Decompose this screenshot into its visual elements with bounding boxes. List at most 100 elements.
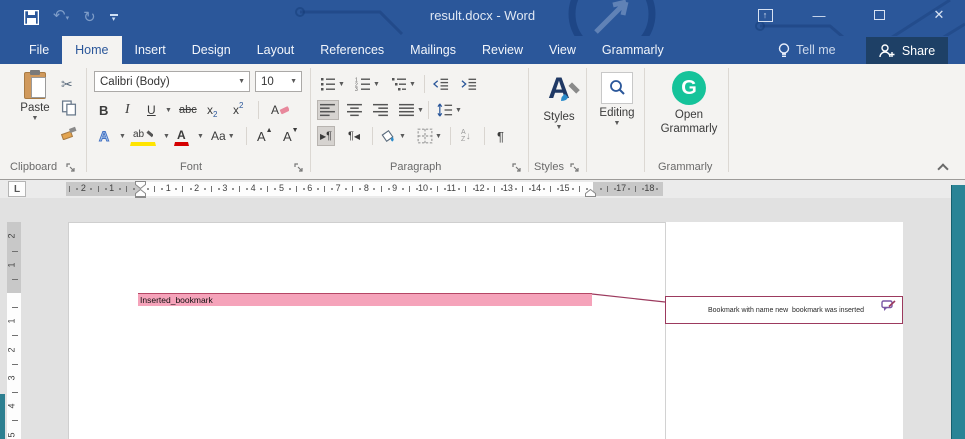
format-painter-icon[interactable]: [58, 122, 80, 142]
minimize-button[interactable]: —: [802, 4, 836, 26]
ruler-number: 2: [7, 347, 17, 352]
borders-button[interactable]: ▼: [414, 126, 445, 146]
tab-stop-selector[interactable]: L: [8, 181, 26, 197]
shrink-font-button[interactable]: A▼: [280, 126, 302, 146]
ruler-dot: [473, 188, 475, 190]
ruler-dot: [274, 188, 276, 190]
clipboard-dialog-launcher-icon[interactable]: [66, 163, 76, 173]
tab-view[interactable]: View: [536, 36, 589, 64]
share-label: Share: [902, 44, 935, 58]
first-line-indent-marker[interactable]: [135, 181, 146, 189]
grow-font-button[interactable]: A▲: [254, 126, 276, 146]
underline-button[interactable]: U: [144, 100, 159, 120]
text-effects-dropdown-arrow[interactable]: ▼: [114, 126, 129, 146]
align-left-button[interactable]: [317, 100, 339, 120]
font-color-dropdown-arrow[interactable]: ▼: [192, 126, 207, 146]
font-size-dropdown-arrow[interactable]: ▼: [290, 78, 297, 85]
paragraph-dialog-launcher-icon[interactable]: [512, 163, 522, 173]
justify-button[interactable]: ▼: [396, 100, 427, 120]
styles-dropdown-arrow[interactable]: ▼: [556, 124, 563, 131]
tab-layout[interactable]: Layout: [244, 36, 308, 64]
cut-icon[interactable]: ✂: [58, 74, 76, 94]
horizontal-ruler[interactable]: 211234567891011121314151718: [66, 182, 663, 196]
text-effects-button[interactable]: A: [96, 126, 112, 146]
editing-button[interactable]: Editing ▼: [592, 72, 642, 127]
commented-text-highlight[interactable]: Inserted_bookmark: [138, 293, 592, 306]
ruler-tick: [635, 186, 636, 192]
comment-bubble-icon[interactable]: [881, 300, 896, 312]
scrollbar[interactable]: [951, 185, 965, 439]
ruler-dot: [458, 188, 460, 190]
line-spacing-button[interactable]: ▼: [434, 100, 465, 120]
underline-dropdown-arrow[interactable]: ▼: [160, 100, 175, 120]
sort-button[interactable]: AZ ↓: [458, 126, 474, 146]
font-size-combo[interactable]: 10 ▼: [255, 71, 302, 92]
close-button[interactable]: ✕: [922, 4, 956, 26]
ruler-number: 11: [447, 183, 456, 193]
tab-insert[interactable]: Insert: [122, 36, 179, 64]
bookmark-text[interactable]: Inserted_bookmark: [140, 295, 213, 305]
ruler-tick: [211, 186, 212, 192]
shading-button[interactable]: ▼: [378, 126, 409, 146]
align-right-button[interactable]: [370, 100, 392, 120]
font-dialog-launcher-icon[interactable]: [294, 163, 304, 173]
ruler-tick: [409, 186, 410, 192]
ruler-tick: [12, 335, 18, 336]
tell-me-box[interactable]: Tell me: [778, 36, 836, 64]
tab-grammarly[interactable]: Grammarly: [589, 36, 677, 64]
ribbon-display-options-icon[interactable]: ↑: [748, 4, 782, 26]
tab-file[interactable]: File: [16, 36, 62, 64]
ltr-direction-button[interactable]: ▶¶: [317, 126, 335, 146]
comment-markup-area: [666, 222, 903, 439]
decrease-indent-button[interactable]: [430, 74, 452, 94]
ruler-dot: [359, 188, 361, 190]
show-marks-button[interactable]: ¶: [494, 126, 507, 146]
ruler-tick: [12, 420, 18, 421]
collapse-ribbon-icon[interactable]: [936, 163, 950, 173]
tab-review[interactable]: Review: [469, 36, 536, 64]
align-center-button[interactable]: [344, 100, 366, 120]
ruler-tick: [12, 251, 18, 252]
tab-design[interactable]: Design: [179, 36, 244, 64]
styles-button[interactable]: A Styles ▼: [534, 70, 584, 131]
tab-home[interactable]: Home: [62, 36, 121, 64]
multilevel-list-button[interactable]: ▼: [388, 74, 419, 94]
clear-formatting-button[interactable]: A: [268, 100, 292, 120]
font-name-value: Calibri (Body): [100, 76, 170, 88]
styles-dialog-launcher-icon[interactable]: [570, 163, 580, 173]
strikethrough-button[interactable]: abc: [176, 100, 200, 120]
subscript-button[interactable]: x2: [204, 100, 220, 120]
numbering-button[interactable]: 1 2 3 ▼: [352, 74, 383, 94]
rtl-direction-button[interactable]: ¶◀: [345, 126, 363, 146]
open-grammarly-button[interactable]: G Open Grammarly: [652, 71, 726, 136]
highlight-color-button[interactable]: ab: [130, 126, 156, 146]
font-name-dropdown-arrow[interactable]: ▼: [238, 78, 245, 85]
font-color-button[interactable]: A: [174, 126, 189, 146]
ruler-number: 2: [194, 183, 199, 193]
bullets-button[interactable]: ▼: [317, 74, 348, 94]
tab-mailings[interactable]: Mailings: [397, 36, 469, 64]
maximize-button[interactable]: [862, 4, 896, 26]
italic-button[interactable]: I: [122, 100, 133, 120]
copy-icon[interactable]: [58, 98, 80, 118]
right-indent-marker[interactable]: [585, 189, 596, 197]
share-button[interactable]: Share: [866, 37, 948, 64]
comment-balloon[interactable]: Bookmark with name new bookmark was inse…: [665, 296, 903, 324]
open-grammarly-label-2: Grammarly: [661, 123, 718, 135]
document-page[interactable]: [68, 222, 665, 439]
superscript-button[interactable]: x2: [230, 100, 246, 120]
highlight-dropdown-arrow[interactable]: ▼: [158, 126, 173, 146]
ruler-dot: [543, 188, 545, 190]
font-name-combo[interactable]: Calibri (Body) ▼: [94, 71, 250, 92]
tab-references[interactable]: References: [307, 36, 397, 64]
ruler-number: 14: [531, 183, 541, 193]
editing-dropdown-arrow[interactable]: ▼: [614, 120, 621, 127]
vertical-ruler[interactable]: 2112345: [7, 222, 21, 439]
change-case-button[interactable]: Aa▼: [208, 126, 238, 146]
increase-indent-button[interactable]: [458, 74, 480, 94]
paste-button[interactable]: Paste ▼: [12, 72, 58, 122]
ruler-dot: [501, 188, 503, 190]
paste-dropdown-arrow[interactable]: ▼: [32, 115, 39, 122]
bold-button[interactable]: B: [96, 100, 111, 120]
ruler-dot: [600, 188, 602, 190]
